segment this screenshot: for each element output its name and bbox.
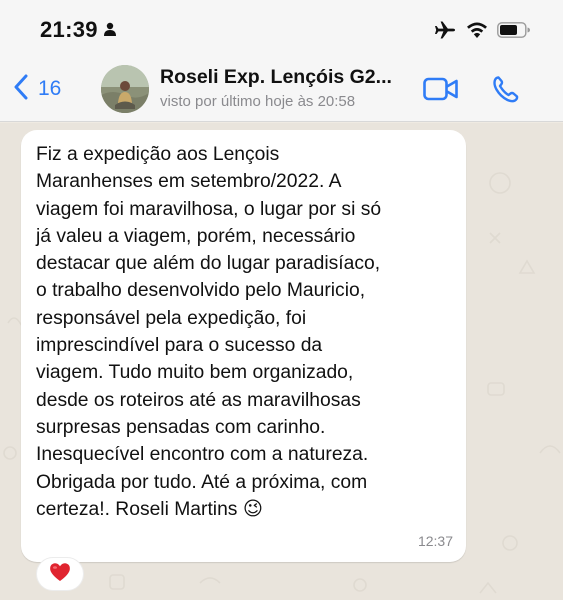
back-button[interactable]: 16: [14, 72, 84, 106]
heart-icon: [49, 562, 71, 587]
wink-emoji-icon: 😉: [242, 498, 263, 520]
status-time: 21:39: [40, 17, 98, 42]
status-bar: 21:39: [0, 0, 563, 56]
contact-name[interactable]: Roseli Exp. Lençóis G2...: [160, 66, 415, 89]
chevron-left-icon: [14, 74, 28, 105]
person-icon: [103, 22, 117, 41]
message-bubble[interactable]: Fiz a expedição aos Lençois Maranhenses …: [21, 130, 466, 562]
wifi-icon: [466, 21, 488, 43]
airplane-icon: [434, 21, 456, 44]
video-call-button[interactable]: [423, 77, 459, 106]
chat-area: Fiz a expedição aos Lençois Maranhenses …: [0, 123, 563, 600]
phone-icon: [492, 76, 520, 107]
voice-call-button[interactable]: [492, 75, 520, 108]
video-camera-icon: [423, 77, 459, 105]
chat-header: 16 Roseli Exp. Lençóis G2... visto por ú…: [0, 56, 563, 122]
reaction-badge[interactable]: [36, 557, 84, 591]
battery-icon: [497, 22, 531, 43]
unread-count: 16: [38, 77, 62, 100]
last-seen-status: visto por último hoje às 20:58: [160, 93, 356, 110]
avatar[interactable]: [101, 65, 149, 113]
message-timestamp: 12:37: [417, 533, 453, 549]
message-text: Fiz a expedição aos Lençois Maranhenses …: [36, 144, 382, 520]
